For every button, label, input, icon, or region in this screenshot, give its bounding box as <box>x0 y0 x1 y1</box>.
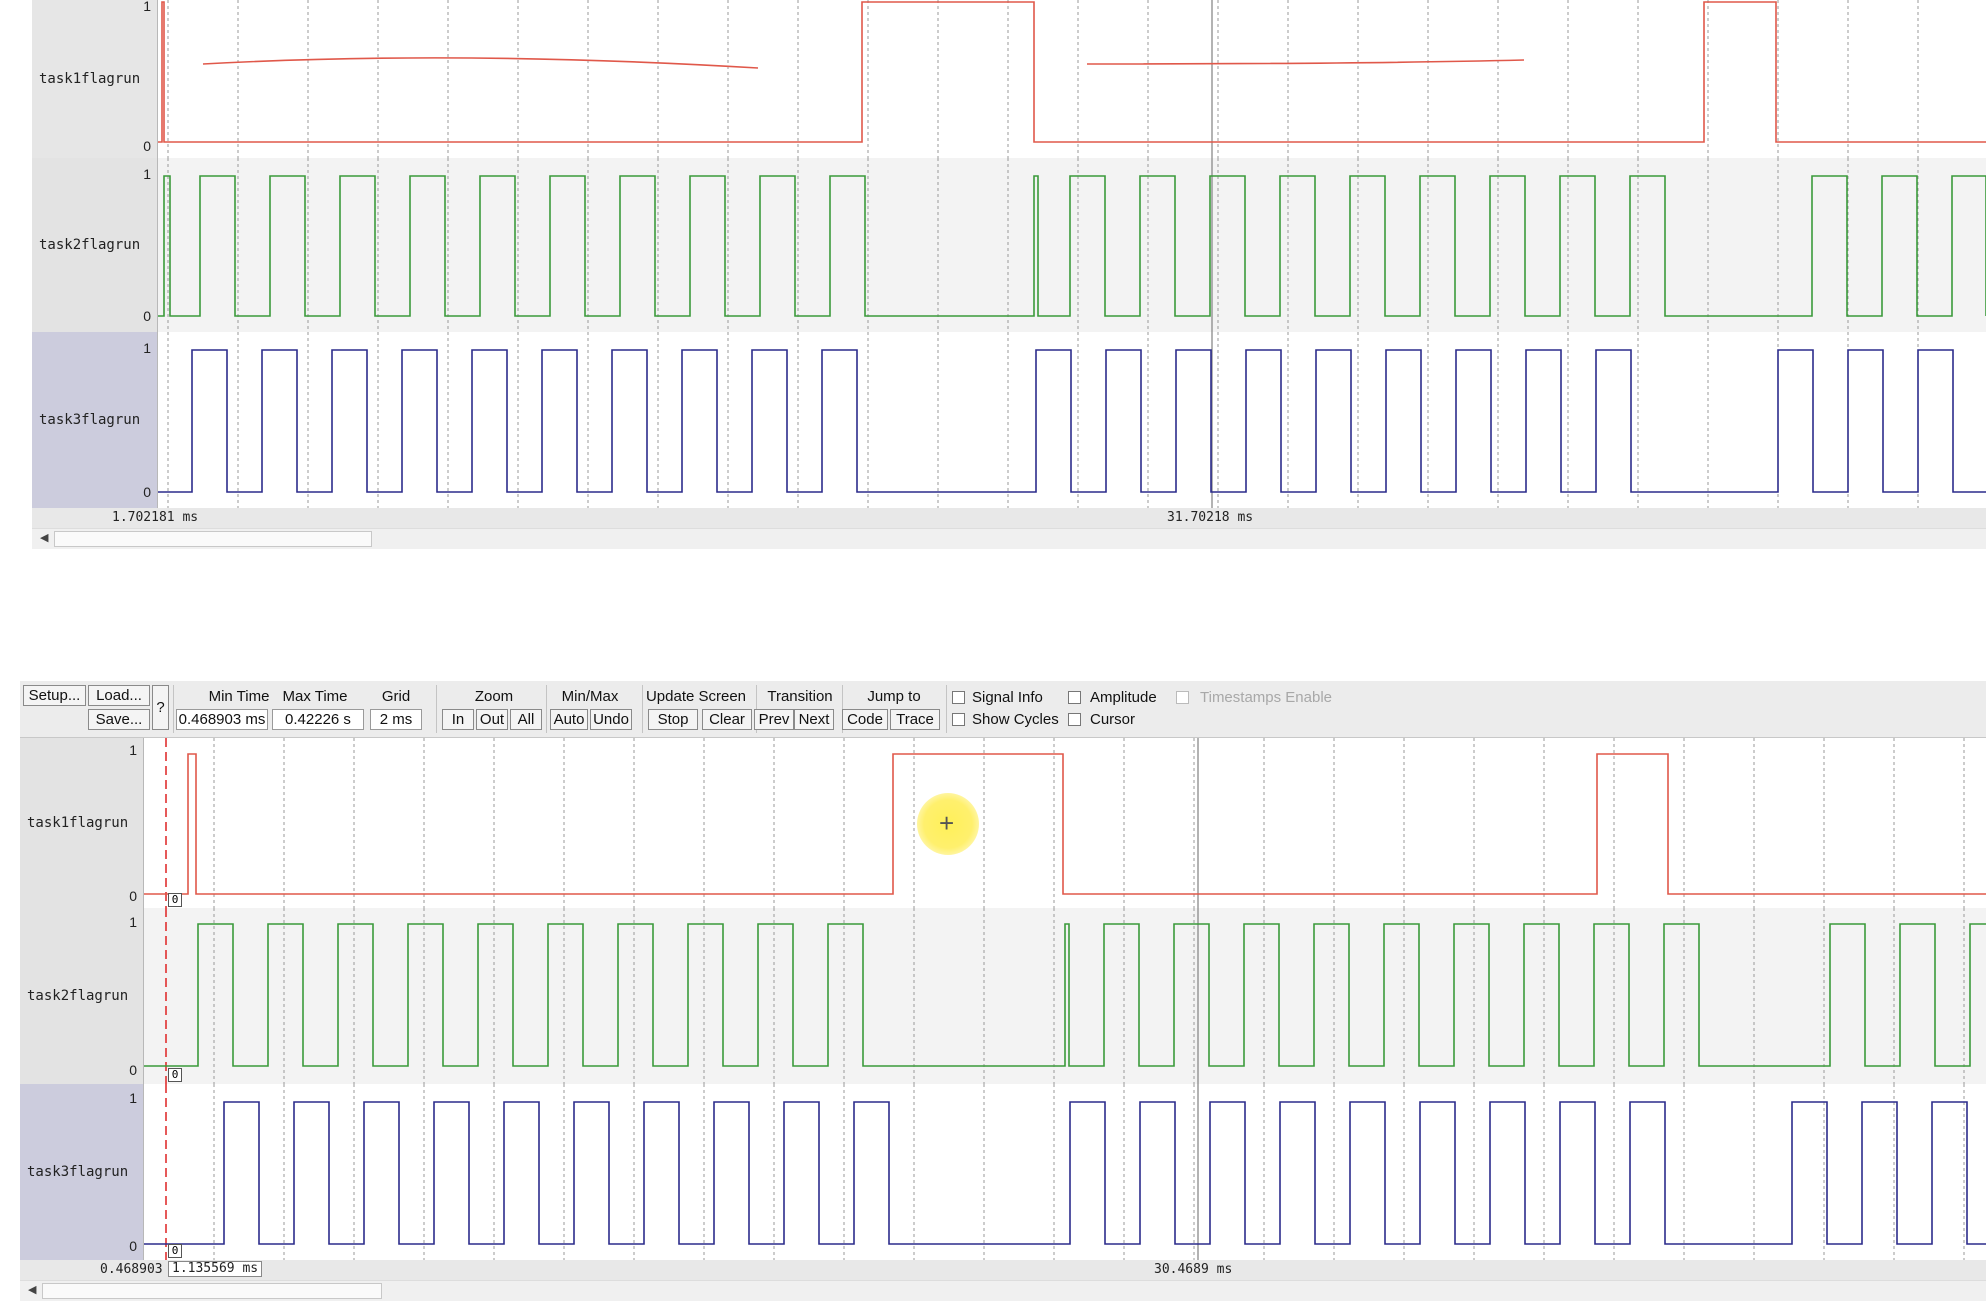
waveform-svg <box>144 738 1986 908</box>
top-signal-row-task3: task3flagrun 1 0 <box>32 332 1986 508</box>
minmax-auto-button[interactable]: Auto <box>550 709 588 730</box>
top-logic-analyzer-panel: task1flagrun 1 0 task2flagrun 1 0 task3f… <box>0 0 1986 555</box>
minmax-undo-button[interactable]: Undo <box>590 709 632 730</box>
waveform-trace <box>144 923 1986 1067</box>
timestamps-checkbox <box>1176 691 1189 704</box>
time-axis: 1.702181 ms 31.70218 ms <box>32 508 1986 528</box>
waveform-svg <box>158 158 1986 332</box>
top-signal-row-task1: task1flagrun 1 0 <box>32 0 1986 158</box>
max-time-value: 0.42226 s <box>272 709 364 730</box>
clear-button[interactable]: Clear <box>702 709 752 730</box>
waveform-trace <box>144 753 1986 895</box>
waveform-plot[interactable] <box>158 158 1986 332</box>
signal-info-label: Signal Info <box>972 689 1043 706</box>
bottom-logic-analyzer-panel: task1flagrun 1 0 0 task2flagrun 1 0 0 ta… <box>0 738 1986 1301</box>
horizontal-scrollbar[interactable]: ◀ <box>20 1280 1986 1301</box>
show-cycles-label: Show Cycles <box>972 711 1059 728</box>
time-axis: 0.468903 1.135569 ms 30.4689 ms <box>20 1260 1986 1280</box>
signal-label[interactable]: task2flagrun 1 0 <box>32 158 158 332</box>
load-button[interactable]: Load... <box>88 685 150 706</box>
cursor-time-box: 1.135569 ms <box>168 1261 263 1277</box>
signal-label[interactable]: task2flagrun 1 0 <box>20 908 144 1084</box>
signal-label[interactable]: task3flagrun 1 0 <box>32 332 158 508</box>
time-start-label: 0.468903 <box>100 1262 163 1277</box>
zoom-all-button[interactable]: All <box>510 709 542 730</box>
cursor-checkbox[interactable] <box>1068 713 1081 726</box>
help-button[interactable]: ? <box>152 685 169 730</box>
update-screen-label: Update Screen <box>645 688 747 705</box>
jump-to-label: Jump to <box>867 688 921 705</box>
waveform-svg <box>158 332 1986 508</box>
show-cycles-checkbox[interactable] <box>952 713 965 726</box>
bottom-signal-row-task2: task2flagrun 1 0 0 <box>20 908 1986 1084</box>
amplitude-checkbox[interactable] <box>1068 691 1081 704</box>
bottom-signal-row-task3: task3flagrun 1 0 0 <box>20 1084 1986 1260</box>
transition-label: Transition <box>767 688 833 705</box>
waveform-svg <box>144 908 1986 1084</box>
handwritten-annotation <box>202 57 1525 69</box>
waveform-trace <box>158 349 1986 493</box>
time-left-label: 1.702181 ms <box>112 510 199 525</box>
timestamps-label: Timestamps Enable <box>1200 689 1332 706</box>
transition-prev-button[interactable]: Prev <box>754 709 794 730</box>
grid-label: Grid <box>381 688 411 705</box>
jump-code-button[interactable]: Code <box>842 709 888 730</box>
amplitude-label: Amplitude <box>1090 689 1157 706</box>
waveform-trace <box>158 175 1986 317</box>
transition-next-button[interactable]: Next <box>794 709 834 730</box>
signal-label[interactable]: task3flagrun 1 0 <box>20 1084 144 1260</box>
waveform-plot[interactable] <box>144 738 1986 908</box>
zoom-in-button[interactable]: In <box>442 709 474 730</box>
level-marker: 0 <box>168 893 182 907</box>
cursor-label: Cursor <box>1090 711 1136 728</box>
save-button[interactable]: Save... <box>88 709 150 730</box>
zoom-out-button[interactable]: Out <box>476 709 508 730</box>
level-marker: 0 <box>168 1068 182 1082</box>
level-marker: 0 <box>168 1244 182 1258</box>
time-mid-label: 31.70218 ms <box>1167 510 1254 525</box>
minmax-label: Min/Max <box>561 688 619 705</box>
waveform-plot[interactable] <box>158 332 1986 508</box>
signal-label[interactable]: task1flagrun 1 0 <box>20 738 144 908</box>
setup-button[interactable]: Setup... <box>23 685 86 706</box>
horizontal-scrollbar[interactable]: ◀ <box>32 528 1986 549</box>
waveform-svg <box>158 0 1986 158</box>
zoom-label: Zoom <box>474 688 514 705</box>
waveform-trace <box>158 1 1986 143</box>
waveform-trace <box>144 1101 1986 1245</box>
stop-button[interactable]: Stop <box>648 709 698 730</box>
waveform-plot[interactable] <box>144 908 1986 1084</box>
scroll-left-icon[interactable]: ◀ <box>40 531 48 544</box>
waveform-svg <box>144 1084 1986 1260</box>
min-time-value: 0.468903 ms <box>176 709 268 730</box>
bottom-signal-row-task1: task1flagrun 1 0 0 <box>20 738 1986 908</box>
signal-info-checkbox[interactable] <box>952 691 965 704</box>
logic-analyzer-toolbar: Setup... Load... Save... ? Min Time 0.46… <box>20 681 1986 738</box>
crosshair-cursor-icon: + <box>939 808 955 838</box>
time-mid-label: 30.4689 ms <box>1154 1262 1233 1277</box>
waveform-plot[interactable] <box>144 1084 1986 1260</box>
signal-label[interactable]: task1flagrun 1 0 <box>32 0 158 158</box>
top-signal-row-task2: task2flagrun 1 0 <box>32 158 1986 332</box>
max-time-label: Max Time <box>282 688 348 705</box>
grid-value: 2 ms <box>370 709 422 730</box>
scroll-left-icon[interactable]: ◀ <box>28 1283 36 1296</box>
scroll-thumb[interactable] <box>54 531 372 547</box>
jump-trace-button[interactable]: Trace <box>890 709 940 730</box>
waveform-plot[interactable] <box>158 0 1986 158</box>
